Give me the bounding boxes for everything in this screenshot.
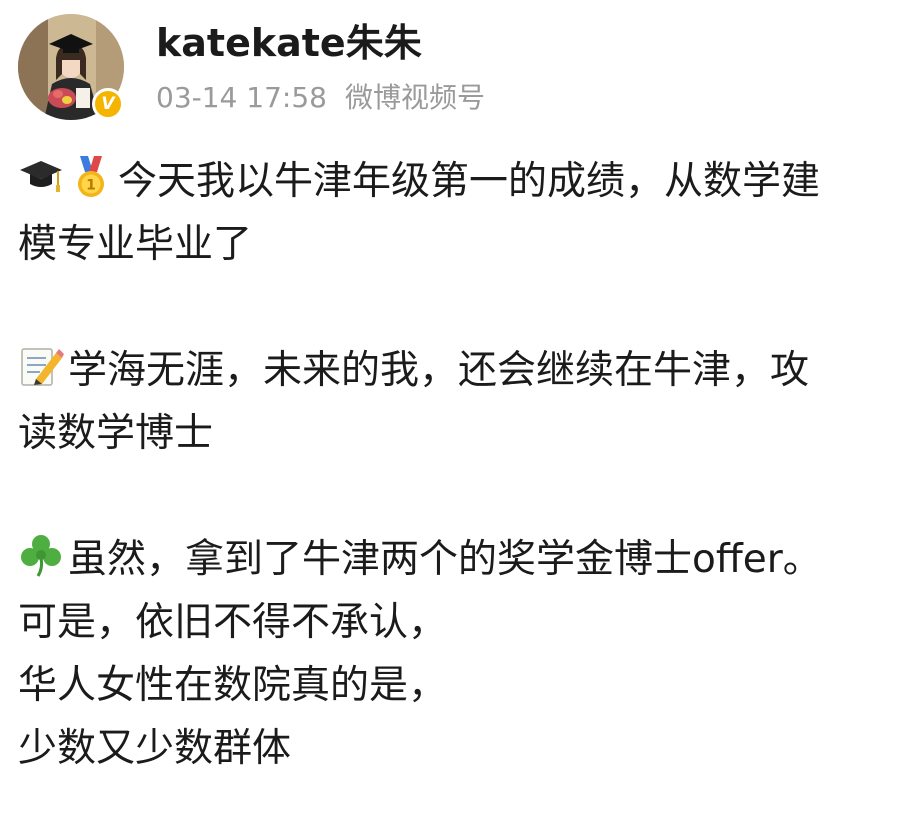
text-line: 华人女性在数院真的是，: [18, 663, 448, 708]
text-line: 学海无涯，未来的我，还会继续在牛津，攻: [18, 339, 903, 402]
gold-medal-icon: 1: [68, 154, 114, 200]
text-line: 虽然，拿到了牛津两个的奖学金博士offer。: [18, 528, 903, 591]
text-line: 少数又少数群体: [18, 726, 292, 771]
post-meta: 03-14 17:58 微博视频号: [156, 78, 485, 118]
text-line: 模专业毕业了: [18, 222, 253, 267]
memo-icon: [18, 343, 64, 389]
graduation-cap-icon: [18, 154, 64, 200]
verified-badge: V: [92, 88, 124, 120]
author-name[interactable]: katekate朱朱: [156, 18, 422, 68]
text-line: 1 今天我以牛津年级第一的成绩，从数学建: [18, 150, 903, 213]
text-line: 读数学博士: [18, 411, 214, 456]
shamrock-icon: [18, 532, 64, 578]
paragraph-phd: 学海无涯，未来的我，还会继续在牛津，攻 读数学博士: [18, 339, 903, 465]
post-timestamp: 03-14 17:58: [156, 81, 327, 114]
svg-text:1: 1: [86, 178, 96, 194]
post-header: V katekate朱朱 03-14 17:58 微博视频号: [0, 0, 916, 130]
text-line: 可是，依旧不得不承认，: [18, 600, 448, 645]
post-source-link[interactable]: 微博视频号: [345, 81, 485, 114]
paragraph-graduation: 1 今天我以牛津年级第一的成绩，从数学建 模专业毕业了: [18, 150, 903, 276]
paragraph-scholarship: 虽然，拿到了牛津两个的奖学金博士offer。 可是，依旧不得不承认， 华人女性在…: [18, 528, 903, 780]
post-body: 1 今天我以牛津年级第一的成绩，从数学建 模专业毕业了 学海无涯，未来的我，还会…: [18, 150, 903, 780]
